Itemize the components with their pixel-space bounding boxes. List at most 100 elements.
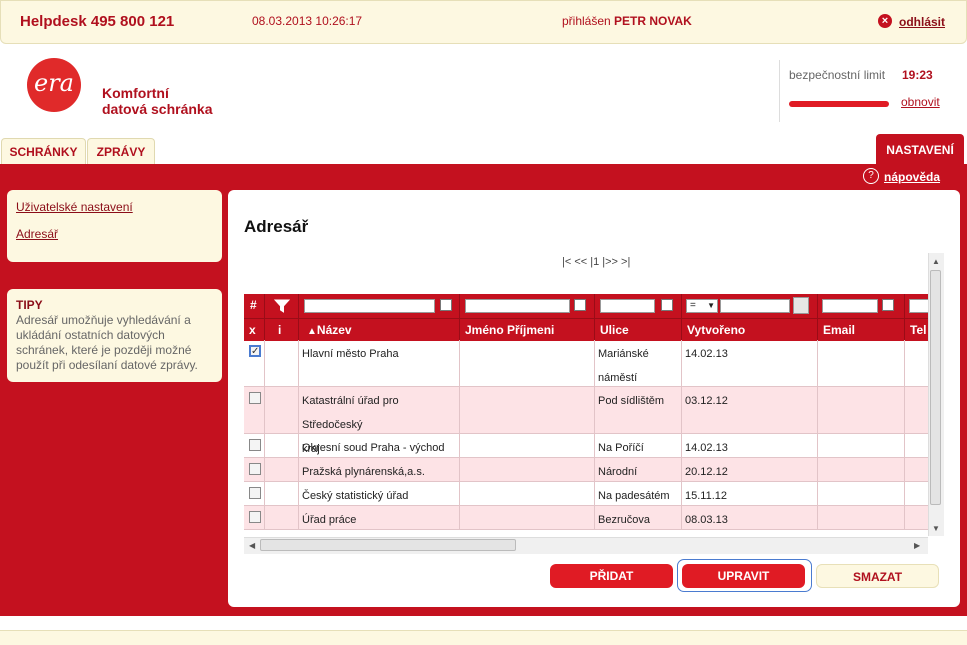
logout-link[interactable]: odhlásit xyxy=(899,15,945,29)
row-select-cell xyxy=(244,387,265,433)
col-email[interactable]: Email xyxy=(818,319,905,341)
chevron-down-icon: ▼ xyxy=(707,301,715,310)
scroll-up-icon[interactable]: ▲ xyxy=(932,257,940,266)
row-name: Hlavní město Praha xyxy=(302,348,399,360)
horizontal-scroll-thumb[interactable] xyxy=(260,539,516,551)
col-person[interactable]: Jméno Příjmeni xyxy=(460,319,595,341)
col-i[interactable]: i xyxy=(265,319,299,341)
row-checkbox[interactable] xyxy=(249,439,261,451)
row-created: 14.02.13 xyxy=(685,442,728,454)
edit-button[interactable]: UPRAVIT xyxy=(682,564,805,588)
row-name-cell: Okresní soud Praha - východ xyxy=(299,434,460,457)
calendar-icon[interactable] xyxy=(793,297,809,314)
filter-name-checkbox[interactable] xyxy=(440,299,452,311)
filter-email-checkbox[interactable] xyxy=(882,299,894,311)
row-checkbox[interactable] xyxy=(249,487,261,499)
table-row[interactable]: Pražská plynárenská,a.s. Národní 20.12.12 xyxy=(244,458,928,482)
row-street-cell: Národní xyxy=(595,458,682,481)
pagination[interactable]: |< << |1 |>> >| xyxy=(562,256,630,268)
col-name[interactable]: ▲Název xyxy=(299,319,460,341)
row-street: Na Poříčí xyxy=(598,442,644,454)
row-tel-cell xyxy=(905,434,928,457)
col-x[interactable]: x xyxy=(244,319,265,341)
row-created: 14.02.13 xyxy=(685,348,728,360)
sidebar-item-user-settings[interactable]: Uživatelské nastavení xyxy=(16,200,133,214)
vertical-scroll-thumb[interactable] xyxy=(930,270,941,505)
logged-user: přihlášen PETR NOVAK xyxy=(562,14,692,28)
helpdesk-phone: Helpdesk 495 800 121 xyxy=(20,13,175,30)
row-email-cell xyxy=(818,458,905,481)
filter-name-cell xyxy=(299,294,460,318)
header-divider xyxy=(779,60,780,122)
row-tel-cell xyxy=(905,387,928,433)
question-icon[interactable]: ? xyxy=(863,168,879,184)
tab-boxes[interactable]: SCHRÁNKY xyxy=(1,138,86,165)
table-row[interactable]: Okresní soud Praha - východ Na Poříčí 14.0… xyxy=(244,434,928,458)
filter-street-cell xyxy=(595,294,682,318)
scroll-right-icon[interactable]: ▶ xyxy=(914,541,920,550)
col-street[interactable]: Ulice xyxy=(595,319,682,341)
tab-messages[interactable]: ZPRÁVY xyxy=(87,138,155,165)
row-name-cell: Úřad práce xyxy=(299,506,460,529)
filter-date-input[interactable] xyxy=(720,299,790,313)
row-name-cell: Katastrální úřad pro Středočeský kraj xyxy=(299,387,460,455)
row-street-cell: Na Poříčí xyxy=(595,434,682,457)
close-icon[interactable]: × xyxy=(878,14,892,28)
table-row[interactable]: Český statistický úřad Na padesátém 15.11.… xyxy=(244,482,928,506)
filter-tel-input[interactable] xyxy=(909,299,928,313)
row-created-cell: 14.02.13 xyxy=(682,340,818,386)
filter-operator-select[interactable]: = ▼ xyxy=(686,299,718,313)
filter-name-input[interactable] xyxy=(304,299,435,313)
table-row[interactable]: Hlavní město Praha Mariánskénáměstí14.02.… xyxy=(244,340,928,387)
current-datetime: 08.03.2013 10:26:17 xyxy=(252,14,363,28)
filter-icon-cell xyxy=(265,294,299,318)
row-checkbox[interactable] xyxy=(249,463,261,475)
row-checkbox[interactable] xyxy=(249,392,261,404)
refresh-link[interactable]: obnovit xyxy=(901,95,940,109)
row-info-cell xyxy=(265,387,299,433)
filter-hash-cell: # xyxy=(244,294,265,318)
tab-settings[interactable]: NASTAVENÍ xyxy=(876,134,964,164)
security-limit-label: bezpečnostní limit xyxy=(789,68,886,82)
row-created-cell: 03.12.12 xyxy=(682,387,818,433)
row-checkbox[interactable] xyxy=(249,340,261,364)
security-limit-bar xyxy=(789,101,889,107)
col-created[interactable]: Vytvořeno xyxy=(682,319,818,341)
row-select-cell xyxy=(244,340,265,386)
table-row[interactable]: Úřad práce Bezručova 08.03.13 xyxy=(244,506,928,530)
filter-created-cell: = ▼ xyxy=(682,294,818,318)
help-link[interactable]: nápověda xyxy=(884,170,940,184)
filter-person-checkbox[interactable] xyxy=(574,299,586,311)
row-street: Na padesátém xyxy=(598,490,670,502)
row-tel-cell xyxy=(905,482,928,505)
funnel-icon[interactable] xyxy=(274,298,290,314)
logged-prefix: přihlášen xyxy=(562,14,611,28)
row-checkbox[interactable] xyxy=(249,511,261,523)
scroll-left-icon[interactable]: ◀ xyxy=(249,541,255,550)
delete-button[interactable]: SMAZAT xyxy=(816,564,939,588)
row-name: Český statistický úřad xyxy=(302,490,409,502)
table-row[interactable]: Katastrální úřad pro Středočeský kraj Pod … xyxy=(244,387,928,455)
row-info-cell xyxy=(265,340,299,386)
tips-text: Adresář umožňuje vyhledávání a ukládání … xyxy=(16,313,198,372)
row-street: Národní xyxy=(598,466,638,478)
row-created-cell: 15.11.12 xyxy=(682,482,818,505)
filter-email-cell xyxy=(818,294,905,318)
row-email-cell xyxy=(818,506,905,529)
filter-street-input[interactable] xyxy=(600,299,655,313)
user-name: PETR NOVAK xyxy=(614,14,692,28)
sidebar-item-address-book[interactable]: Adresář xyxy=(16,227,58,241)
table-header: x i ▲Název Jméno Příjmeni Ulice Vytvořen… xyxy=(244,318,928,341)
scroll-down-icon[interactable]: ▼ xyxy=(932,524,940,533)
security-limit-time: 19:23 xyxy=(902,68,933,82)
filter-person-input[interactable] xyxy=(465,299,570,313)
col-tel[interactable]: Tel xyxy=(905,319,928,341)
row-name: Okresní soud Praha - východ xyxy=(302,442,445,454)
filter-email-input[interactable] xyxy=(822,299,878,313)
row-select-cell xyxy=(244,506,265,529)
row-name-cell: Český statistický úřad xyxy=(299,482,460,505)
row-info-cell xyxy=(265,434,299,457)
filter-street-checkbox[interactable] xyxy=(661,299,673,311)
add-button[interactable]: PŘIDAT xyxy=(550,564,673,588)
row-name: Katastrální úřad pro Středočeský xyxy=(302,395,399,431)
